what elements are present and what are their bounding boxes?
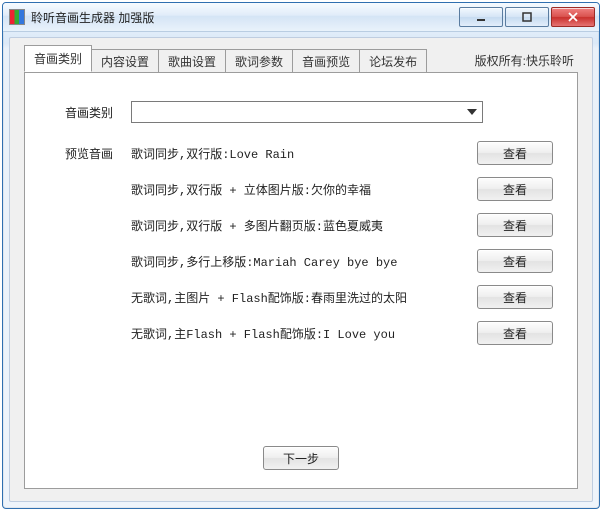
- view-button[interactable]: 查看: [477, 249, 553, 273]
- tab-forum-publish[interactable]: 论坛发布: [359, 49, 427, 73]
- list-item-label: 无歌词,主Flash + Flash配饰版:I Love you: [131, 325, 477, 342]
- list-item-label: 歌词同步,多行上移版:Mariah Carey bye bye: [131, 253, 477, 270]
- footer: 下一步: [25, 446, 577, 470]
- preview-list: 歌词同步,双行版:Love Rain 查看 歌词同步,双行版 + 立体图片版:欠…: [131, 141, 553, 357]
- window-buttons: [459, 7, 595, 27]
- preview-label: 预览音画: [65, 141, 131, 162]
- category-label: 音画类别: [65, 104, 131, 121]
- list-item-label: 歌词同步,双行版 + 多图片翻页版:蓝色夏威夷: [131, 217, 477, 234]
- minimize-button[interactable]: [459, 7, 503, 27]
- category-select[interactable]: [131, 101, 483, 123]
- preview-block: 预览音画 歌词同步,双行版:Love Rain 查看 歌词同步,双行版 + 立体…: [65, 141, 553, 357]
- maximize-icon: [522, 12, 532, 22]
- view-button[interactable]: 查看: [477, 141, 553, 165]
- next-button[interactable]: 下一步: [263, 446, 339, 470]
- tab-content: 音画类别 预览音画 歌词同步,双行版:Love Rain: [25, 73, 577, 488]
- client-area: 音画类别 内容设置 歌曲设置 歌词参数 音画预览 论坛发布 版权所有:快乐聆听 …: [9, 37, 593, 502]
- close-button[interactable]: [551, 7, 595, 27]
- tab-lyric-params[interactable]: 歌词参数: [225, 49, 293, 73]
- view-button[interactable]: 查看: [477, 321, 553, 345]
- tab-content-settings[interactable]: 内容设置: [91, 49, 159, 73]
- tab-preview[interactable]: 音画预览: [292, 49, 360, 73]
- tab-page: 音画类别 预览音画 歌词同步,双行版:Love Rain: [24, 72, 578, 489]
- list-item: 歌词同步,双行版 + 立体图片版:欠你的幸福 查看: [131, 177, 553, 201]
- list-item: 无歌词,主Flash + Flash配饰版:I Love you 查看: [131, 321, 553, 345]
- list-item-label: 无歌词,主图片 + Flash配饰版:春雨里洗过的太阳: [131, 289, 477, 306]
- app-icon: [9, 9, 25, 25]
- list-item-label: 歌词同步,双行版 + 立体图片版:欠你的幸福: [131, 181, 477, 198]
- list-item-label: 歌词同步,双行版:Love Rain: [131, 145, 477, 162]
- tab-category[interactable]: 音画类别: [24, 45, 92, 72]
- list-item: 歌词同步,双行版:Love Rain 查看: [131, 141, 553, 165]
- copyright-label: 版权所有:快乐聆听: [471, 49, 578, 72]
- view-button[interactable]: 查看: [477, 285, 553, 309]
- view-button[interactable]: 查看: [477, 177, 553, 201]
- maximize-button[interactable]: [505, 7, 549, 27]
- list-item: 无歌词,主图片 + Flash配饰版:春雨里洗过的太阳 查看: [131, 285, 553, 309]
- category-row: 音画类别: [65, 101, 553, 123]
- titlebar[interactable]: 聆听音画生成器 加强版: [3, 3, 599, 32]
- tab-row: 音画类别 内容设置 歌曲设置 歌词参数 音画预览 论坛发布 版权所有:快乐聆听: [24, 50, 578, 72]
- tab-control: 音画类别 内容设置 歌曲设置 歌词参数 音画预览 论坛发布 版权所有:快乐聆听 …: [24, 50, 578, 489]
- view-button[interactable]: 查看: [477, 213, 553, 237]
- app-window: 聆听音画生成器 加强版 音画类别 内容设置 歌曲设置 歌词参数: [2, 2, 600, 509]
- minimize-icon: [476, 12, 486, 22]
- list-item: 歌词同步,多行上移版:Mariah Carey bye bye 查看: [131, 249, 553, 273]
- chevron-down-icon: [464, 104, 480, 120]
- tab-song-settings[interactable]: 歌曲设置: [158, 49, 226, 73]
- list-item: 歌词同步,双行版 + 多图片翻页版:蓝色夏威夷 查看: [131, 213, 553, 237]
- window-title: 聆听音画生成器 加强版: [31, 9, 459, 26]
- close-icon: [568, 12, 578, 22]
